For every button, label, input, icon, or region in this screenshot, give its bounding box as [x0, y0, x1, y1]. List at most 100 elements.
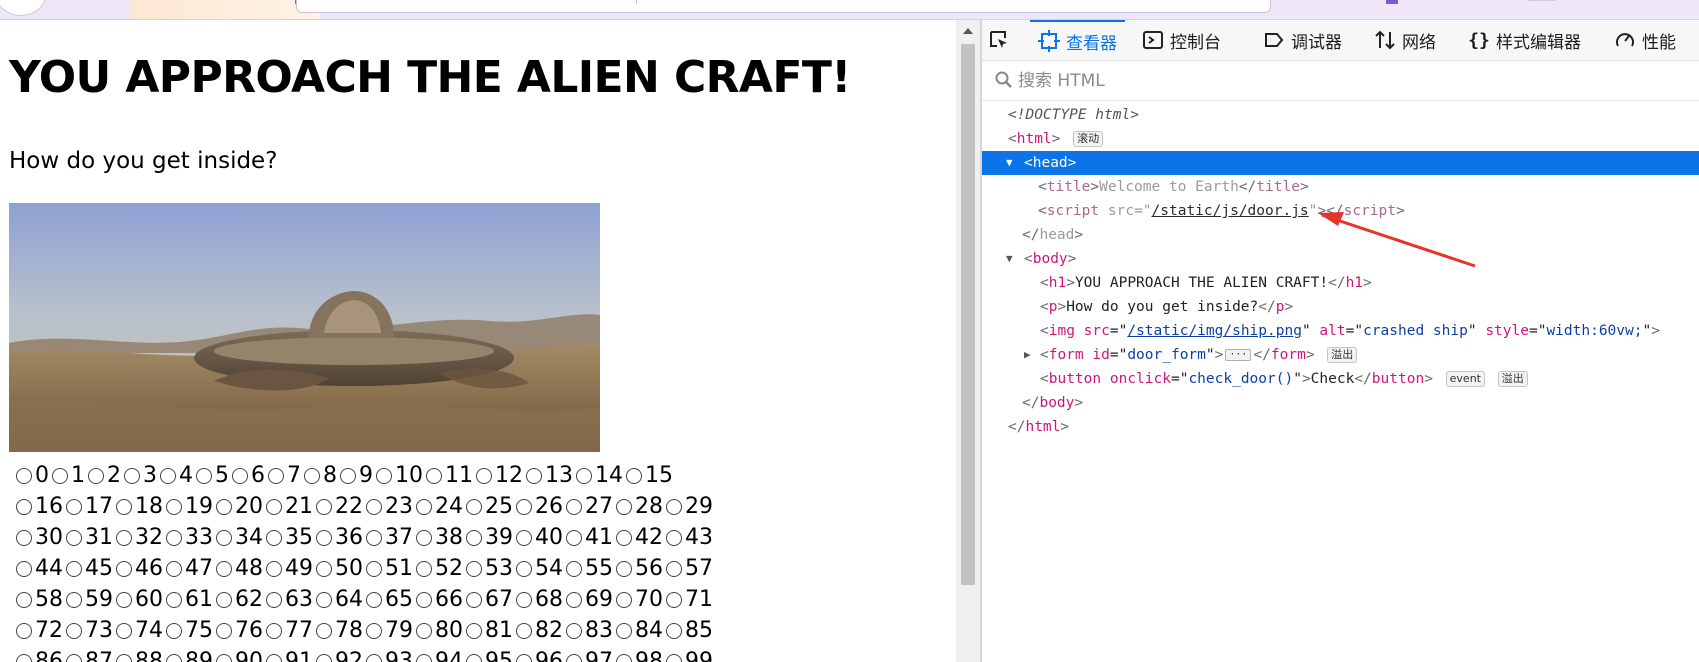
dom-node-form[interactable]: ▶ <form id="door_form"> ··· </form> 溢出: [982, 343, 1699, 367]
door-radio-option[interactable]: 84: [616, 615, 663, 646]
radio-button[interactable]: [566, 561, 582, 577]
radio-button[interactable]: [666, 561, 682, 577]
radio-button[interactable]: [416, 530, 432, 546]
address-bar[interactable]: [296, 0, 1557, 13]
radio-button[interactable]: [266, 592, 282, 608]
dom-node-body-close[interactable]: </body>: [982, 391, 1699, 415]
door-radio-option[interactable]: 33: [166, 522, 213, 553]
radio-button[interactable]: [268, 468, 284, 484]
door-radio-option[interactable]: 19: [166, 491, 213, 522]
door-radio-option[interactable]: 59: [66, 584, 113, 615]
back-button[interactable]: [0, 0, 46, 16]
door-radio-option[interactable]: 80: [416, 615, 463, 646]
radio-button[interactable]: [616, 592, 632, 608]
radio-button[interactable]: [416, 561, 432, 577]
door-radio-option[interactable]: 22: [316, 491, 363, 522]
door-radio-option[interactable]: 34: [216, 522, 263, 553]
door-radio-option[interactable]: 58: [16, 584, 63, 615]
door-radio-option[interactable]: 81: [466, 615, 513, 646]
radio-button[interactable]: [16, 592, 32, 608]
radio-button[interactable]: [166, 654, 182, 662]
radio-button[interactable]: [466, 623, 482, 639]
radio-button[interactable]: [666, 530, 682, 546]
radio-button[interactable]: [166, 499, 182, 515]
radio-button[interactable]: [304, 468, 320, 484]
door-radio-option[interactable]: 75: [166, 615, 213, 646]
radio-button[interactable]: [516, 530, 532, 546]
door-radio-option[interactable]: 38: [416, 522, 463, 553]
radio-button[interactable]: [216, 530, 232, 546]
door-radio-option[interactable]: 0: [16, 460, 49, 491]
door-radio-option[interactable]: 87: [66, 646, 113, 662]
door-radio-option[interactable]: 91: [266, 646, 313, 662]
radio-button[interactable]: [526, 468, 542, 484]
dom-node-script[interactable]: <script src="/static/js/door.js"></scrip…: [982, 199, 1699, 223]
radio-button[interactable]: [16, 561, 32, 577]
door-radio-option[interactable]: 45: [66, 553, 113, 584]
radio-button[interactable]: [316, 530, 332, 546]
radio-button[interactable]: [416, 499, 432, 515]
door-radio-option[interactable]: 61: [166, 584, 213, 615]
radio-button[interactable]: [116, 561, 132, 577]
radio-button[interactable]: [666, 592, 682, 608]
door-radio-option[interactable]: 82: [516, 615, 563, 646]
door-radio-option[interactable]: 93: [366, 646, 413, 662]
radio-button[interactable]: [66, 499, 82, 515]
door-radio-option[interactable]: 77: [266, 615, 313, 646]
door-radio-option[interactable]: 18: [116, 491, 163, 522]
door-radio-option[interactable]: 71: [666, 584, 713, 615]
door-radio-option[interactable]: 57: [666, 553, 713, 584]
radio-button[interactable]: [566, 654, 582, 662]
dom-node-body[interactable]: ▼ <body>: [982, 247, 1699, 271]
radio-button[interactable]: [216, 654, 232, 662]
radio-button[interactable]: [196, 468, 212, 484]
door-radio-option[interactable]: 24: [416, 491, 463, 522]
radio-button[interactable]: [616, 623, 632, 639]
door-radio-option[interactable]: 62: [216, 584, 263, 615]
radio-button[interactable]: [426, 468, 442, 484]
radio-button[interactable]: [516, 623, 532, 639]
door-radio-option[interactable]: 10: [376, 460, 423, 491]
radio-button[interactable]: [52, 468, 68, 484]
door-radio-option[interactable]: 41: [566, 522, 613, 553]
radio-button[interactable]: [316, 623, 332, 639]
door-radio-option[interactable]: 7: [268, 460, 301, 491]
radio-button[interactable]: [116, 592, 132, 608]
button-overflow-badge[interactable]: 溢出: [1497, 371, 1528, 387]
radio-button[interactable]: [476, 468, 492, 484]
door-radio-option[interactable]: 97: [566, 646, 613, 662]
dom-node-button[interactable]: <button onclick="check_door()">Check</bu…: [982, 367, 1699, 391]
door-radio-option[interactable]: 94: [416, 646, 463, 662]
door-radio-option[interactable]: 85: [666, 615, 713, 646]
door-radio-option[interactable]: 16: [16, 491, 63, 522]
tab-inspector[interactable]: 查看器: [1030, 20, 1125, 60]
radio-button[interactable]: [566, 499, 582, 515]
door-radio-option[interactable]: 98: [616, 646, 663, 662]
radio-button[interactable]: [88, 468, 104, 484]
door-radio-option[interactable]: 56: [616, 553, 663, 584]
radio-button[interactable]: [576, 468, 592, 484]
door-radio-option[interactable]: 51: [366, 553, 413, 584]
radio-button[interactable]: [366, 530, 382, 546]
expand-form-icon[interactable]: ▶: [1024, 343, 1031, 367]
element-picker-button[interactable]: [988, 20, 1010, 60]
door-radio-option[interactable]: 50: [316, 553, 363, 584]
radio-button[interactable]: [466, 530, 482, 546]
door-radio-option[interactable]: 1: [52, 460, 85, 491]
collapse-body-icon[interactable]: ▼: [1006, 247, 1013, 271]
radio-button[interactable]: [16, 623, 32, 639]
door-radio-option[interactable]: 64: [316, 584, 363, 615]
radio-button[interactable]: [366, 623, 382, 639]
radio-button[interactable]: [266, 561, 282, 577]
door-radio-option[interactable]: 2: [88, 460, 121, 491]
radio-button[interactable]: [366, 561, 382, 577]
door-radio-option[interactable]: 20: [216, 491, 263, 522]
radio-button[interactable]: [416, 654, 432, 662]
door-radio-option[interactable]: 6: [232, 460, 265, 491]
door-radio-option[interactable]: 37: [366, 522, 413, 553]
scroll-badge[interactable]: 滚动: [1073, 131, 1104, 147]
radio-button[interactable]: [266, 623, 282, 639]
radio-button[interactable]: [366, 592, 382, 608]
tab-console[interactable]: 控制台: [1142, 20, 1221, 60]
radio-button[interactable]: [266, 499, 282, 515]
